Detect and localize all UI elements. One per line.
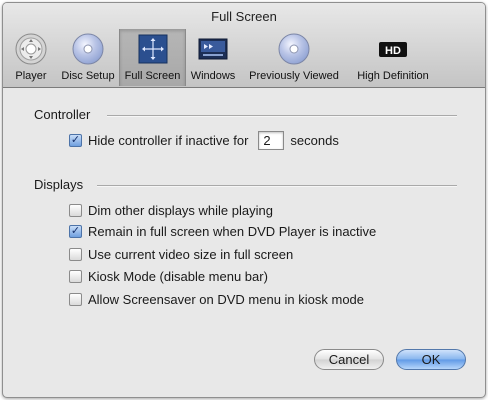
disc-icon [72, 33, 104, 65]
option-label: Remain in full screen when DVD Player is… [88, 224, 377, 239]
title-bar: Full Screen Player Disc Setup Full Scree… [3, 3, 485, 88]
toolbar-item-high-definition[interactable]: HD High Definition [348, 29, 438, 86]
toolbar-label: Previously Viewed [249, 70, 339, 82]
display-option-row: ✓ Remain in full screen when DVD Player … [69, 224, 376, 239]
option-label: Kiosk Mode (disable menu bar) [88, 269, 268, 284]
hide-controller-label: Hide controller if inactive for [88, 133, 249, 148]
toolbar-label: Windows [190, 70, 236, 82]
toolbar-item-disc-setup[interactable]: Disc Setup [57, 29, 119, 86]
cancel-button[interactable]: Cancel [314, 349, 384, 370]
kiosk-mode-checkbox[interactable] [69, 270, 82, 283]
display-option-row: Allow Screensaver on DVD menu in kiosk m… [69, 292, 364, 307]
display-option-row: Use current video size in full screen [69, 247, 293, 262]
window-title: Full Screen [211, 9, 277, 24]
hide-controller-checkbox[interactable]: ✓ [69, 134, 82, 147]
toolbar-label: Player [15, 70, 47, 82]
toolbar-label: Disc Setup [61, 70, 115, 82]
option-label: Dim other displays while playing [88, 203, 273, 218]
displays-section-title: Displays [34, 177, 84, 192]
toolbar-label: Full Screen [124, 70, 181, 82]
current-video-size-checkbox[interactable] [69, 248, 82, 261]
option-label: Use current video size in full screen [88, 247, 294, 262]
controller-section-title: Controller [34, 107, 91, 122]
displays-separator [97, 185, 457, 187]
remain-full-screen-checkbox[interactable]: ✓ [69, 225, 82, 238]
window-icon [198, 38, 228, 60]
seconds-label: seconds [290, 133, 339, 148]
display-option-row: Kiosk Mode (disable menu bar) [69, 269, 268, 284]
full-screen-icon [138, 34, 167, 64]
hd-icon: HD [379, 42, 407, 57]
toolbar-item-player[interactable]: Player [10, 29, 52, 86]
option-label: Allow Screensaver on DVD menu in kiosk m… [88, 292, 365, 307]
preferences-window: Full Screen Player Disc Setup Full Scree… [2, 2, 486, 398]
toolbar-item-previously-viewed[interactable]: Previously Viewed [244, 29, 344, 86]
toolbar-item-windows[interactable]: Windows [187, 29, 239, 86]
preferences-toolbar: Player Disc Setup Full Screen Windows Pr… [7, 29, 481, 86]
toolbar-item-full-screen[interactable]: Full Screen [119, 29, 186, 86]
seconds-input[interactable]: 2 [258, 131, 285, 150]
dim-displays-checkbox[interactable] [69, 204, 82, 217]
player-remote-icon [15, 33, 47, 65]
disc-icon [278, 33, 310, 65]
toolbar-label: High Definition [357, 70, 429, 82]
hd-badge-text: HD [385, 45, 401, 57]
display-option-row: Dim other displays while playing [69, 203, 273, 218]
ok-button[interactable]: OK [396, 349, 466, 370]
hide-controller-row: ✓ Hide controller if inactive for 2 seco… [69, 131, 339, 150]
controller-separator [107, 115, 457, 117]
preferences-content: Controller ✓ Hide controller if inactive… [3, 88, 485, 397]
kiosk-screensaver-checkbox[interactable] [69, 293, 82, 306]
